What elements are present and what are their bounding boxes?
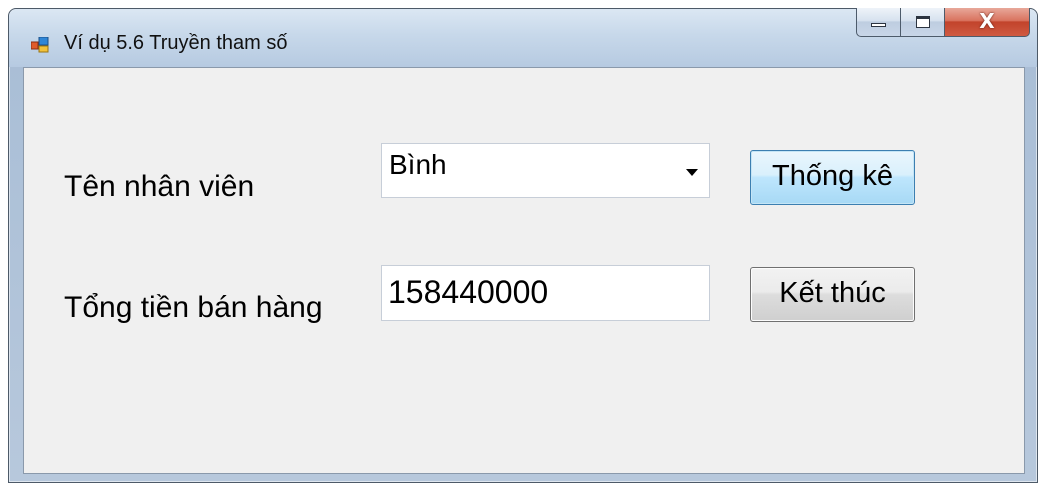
exit-button[interactable]: Kết thúc: [750, 267, 915, 322]
chevron-down-icon[interactable]: [686, 169, 698, 176]
window-controls: X: [856, 8, 1030, 37]
total-sales-value: 158440000: [388, 274, 549, 310]
statistics-button[interactable]: Thống kê: [750, 150, 915, 205]
employee-name-label: Tên nhân viên: [64, 170, 255, 203]
app-form-icon: [31, 37, 49, 53]
close-icon: X: [979, 9, 995, 33]
employee-name-combobox[interactable]: Bình: [381, 143, 710, 198]
close-button[interactable]: X: [944, 8, 1030, 37]
app-window: Ví dụ 5.6 Truyền tham số X Tên nhân viên…: [8, 8, 1038, 483]
employee-name-selected-value: Bình: [389, 149, 447, 180]
title-bar[interactable]: Ví dụ 5.6 Truyền tham số X: [9, 8, 1037, 67]
total-sales-field[interactable]: 158440000: [381, 265, 710, 321]
maximize-icon: [916, 16, 930, 28]
maximize-button[interactable]: [900, 8, 944, 37]
form-client-area: Tên nhân viên Bình Thống kê Tổng tiền bá…: [23, 67, 1025, 474]
window-title: Ví dụ 5.6 Truyền tham số: [64, 32, 288, 54]
minimize-icon: [871, 23, 886, 27]
minimize-button[interactable]: [856, 8, 900, 37]
total-sales-label: Tổng tiền bán hàng: [64, 291, 323, 324]
